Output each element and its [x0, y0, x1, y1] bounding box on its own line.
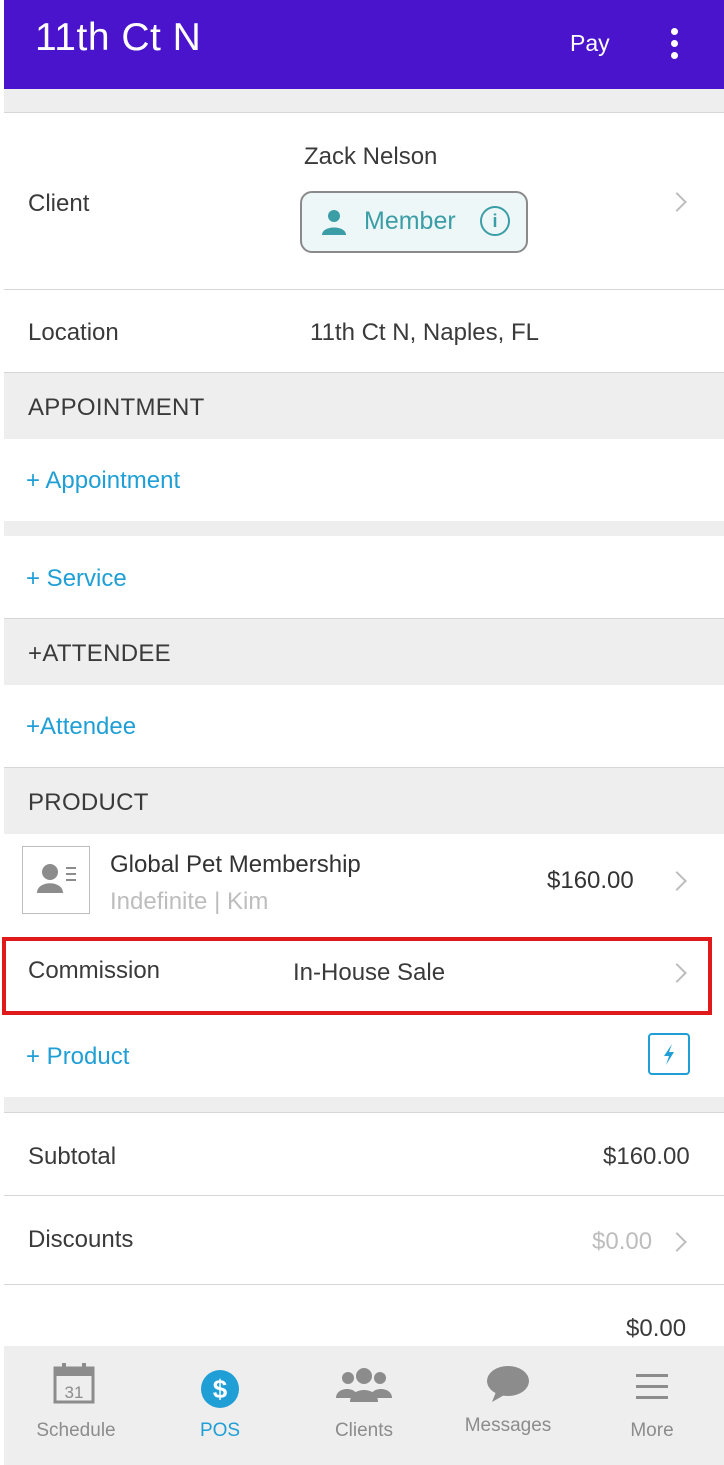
product-section-header: PRODUCT [4, 768, 724, 834]
tab-more[interactable]: More [580, 1346, 724, 1465]
bottom-tab-bar: 31 Schedule $ POS Clients Messages More [4, 1346, 724, 1465]
location-label: Location [28, 319, 119, 346]
service-add-row: + Service [4, 536, 724, 618]
quick-add-bolt-button[interactable] [648, 1033, 690, 1075]
tab-clients-label: Clients [334, 1420, 394, 1441]
info-icon[interactable]: i [480, 206, 510, 236]
subtotal-value: $160.00 [603, 1143, 690, 1170]
member-badge-label: Member [364, 207, 456, 235]
location-value: 11th Ct N, Naples, FL [310, 319, 539, 346]
partial-total-value: $0.00 [626, 1315, 687, 1342]
product-item-row[interactable]: Global Pet Membership Indefinite | Kim $… [4, 834, 724, 932]
highlight-box [2, 937, 712, 1015]
chat-icon [487, 1366, 529, 1402]
add-service-link[interactable]: + Service [26, 565, 127, 593]
tab-pos-label: POS [199, 1420, 241, 1441]
product-add-row: + Product [4, 1015, 724, 1097]
discounts-row[interactable]: Discounts $0.00 [4, 1196, 724, 1284]
location-row: Location 11th Ct N, Naples, FL [4, 290, 724, 372]
app-header: 11th Ct N Pay [4, 0, 724, 89]
membership-card-icon [22, 846, 90, 914]
appointment-section-header: APPOINTMENT [4, 373, 724, 439]
dollar-icon: $ [201, 1370, 239, 1408]
svg-text:31: 31 [65, 1383, 84, 1402]
tab-clients[interactable]: Clients [292, 1346, 436, 1465]
section-spacer [4, 1097, 724, 1112]
tab-more-label: More [630, 1420, 674, 1441]
tab-messages-label: Messages [464, 1415, 552, 1436]
person-icon [322, 210, 346, 235]
chevron-right-icon [667, 1232, 687, 1252]
discounts-value: $0.00 [592, 1228, 653, 1255]
attendee-add-row: +Attendee [4, 685, 724, 767]
add-appointment-link[interactable]: + Appointment [26, 467, 180, 495]
client-name: Zack Nelson [304, 143, 438, 170]
header-spacer [4, 89, 724, 112]
appointment-section-title: APPOINTMENT [28, 394, 205, 421]
subtotal-row: Subtotal $160.00 [4, 1113, 724, 1195]
product-section-title: PRODUCT [28, 789, 149, 816]
tab-schedule-label: Schedule [36, 1420, 116, 1441]
product-name: Global Pet Membership [110, 851, 361, 878]
client-label: Client [28, 190, 90, 217]
pay-button[interactable]: Pay [570, 30, 610, 57]
partial-total-row: $0.00 [4, 1285, 724, 1346]
svg-text:$: $ [213, 1374, 228, 1404]
tab-schedule[interactable]: 31 Schedule [4, 1346, 148, 1465]
clients-icon [336, 1368, 392, 1402]
more-options-icon[interactable] [666, 28, 682, 62]
menu-icon [636, 1374, 668, 1399]
product-price: $160.00 [547, 867, 634, 894]
attendee-section-title: +ATTENDEE [28, 640, 171, 667]
add-attendee-link[interactable]: +Attendee [26, 713, 136, 741]
lightning-bolt-icon [664, 1044, 674, 1065]
page-title: 11th Ct N [35, 16, 202, 59]
subtotal-label: Subtotal [28, 1143, 117, 1170]
discounts-label: Discounts [28, 1226, 134, 1253]
section-spacer [4, 521, 724, 536]
calendar-icon: 31 [53, 1363, 95, 1404]
product-subtitle: Indefinite | Kim [110, 888, 269, 915]
add-product-link[interactable]: + Product [26, 1043, 129, 1071]
member-badge[interactable]: Member i [300, 191, 528, 253]
chevron-right-icon [667, 192, 687, 212]
appointment-add-row: + Appointment [4, 439, 724, 521]
chevron-right-icon [667, 871, 687, 891]
attendee-section-header: +ATTENDEE [4, 619, 724, 685]
tab-messages[interactable]: Messages [436, 1346, 580, 1465]
tab-pos[interactable]: $ POS [148, 1346, 292, 1465]
